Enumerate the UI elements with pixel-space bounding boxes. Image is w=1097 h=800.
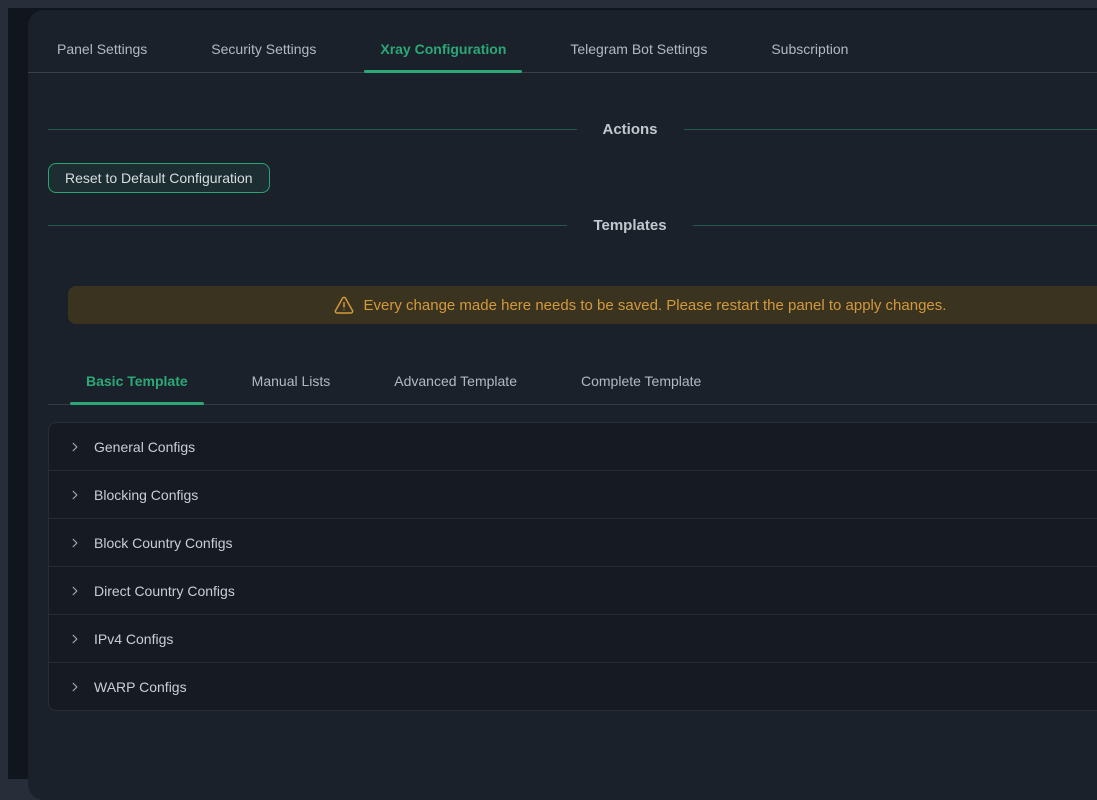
template-tab-basic-template[interactable]: Basic Template — [70, 373, 204, 404]
chevron-right-icon — [69, 681, 81, 693]
chevron-right-icon — [69, 537, 81, 549]
actions-divider: Actions — [48, 118, 1097, 140]
chevron-right-icon — [69, 633, 81, 645]
templates-divider-label: Templates — [593, 217, 666, 234]
templates-divider: Templates — [48, 214, 1097, 236]
chevron-right-icon — [69, 585, 81, 597]
collapse-row-blocking-configs[interactable]: Blocking Configs — [49, 470, 1097, 518]
tab-subscription[interactable]: Subscription — [755, 41, 864, 72]
collapse-row-direct-country-configs[interactable]: Direct Country Configs — [49, 566, 1097, 614]
collapse-row-label: Block Country Configs — [94, 535, 233, 551]
template-tab-advanced-template[interactable]: Advanced Template — [378, 373, 533, 404]
content-backdrop: Panel Settings Security Settings Xray Conf… — [8, 8, 1097, 779]
collapse-row-general-configs[interactable]: General Configs — [49, 423, 1097, 470]
divider-line — [48, 225, 567, 226]
actions-divider-label: Actions — [603, 121, 658, 138]
collapse-row-label: IPv4 Configs — [94, 631, 173, 647]
collapse-row-label: WARP Configs — [94, 679, 187, 695]
collapse-row-label: Blocking Configs — [94, 487, 198, 503]
template-tab-bar: Basic Template Manual Lists Advanced Templ… — [48, 347, 1097, 405]
collapse-row-block-country-configs[interactable]: Block Country Configs — [49, 518, 1097, 566]
divider-line — [48, 129, 577, 130]
collapse-row-warp-configs[interactable]: WARP Configs — [49, 662, 1097, 710]
tab-xray-configuration[interactable]: Xray Configuration — [364, 41, 522, 72]
collapse-row-label: Direct Country Configs — [94, 583, 235, 599]
warning-banner-text: Every change made here needs to be saved… — [364, 297, 947, 314]
settings-card: Panel Settings Security Settings Xray Conf… — [28, 10, 1097, 800]
template-tab-manual-lists[interactable]: Manual Lists — [236, 373, 347, 404]
config-collapse: General Configs Blocking Configs Block Cou… — [48, 422, 1097, 711]
tab-panel-settings[interactable]: Panel Settings — [41, 41, 163, 72]
warning-triangle-icon — [334, 295, 354, 315]
collapse-row-label: General Configs — [94, 439, 195, 455]
xray-configuration-panel: Actions Reset to Default Configuration T… — [28, 118, 1097, 711]
divider-line — [693, 225, 1097, 226]
tab-security-settings[interactable]: Security Settings — [195, 41, 332, 72]
main-tab-bar: Panel Settings Security Settings Xray Conf… — [28, 10, 1097, 73]
collapse-row-ipv4-configs[interactable]: IPv4 Configs — [49, 614, 1097, 662]
reset-to-default-button[interactable]: Reset to Default Configuration — [48, 163, 270, 193]
chevron-right-icon — [69, 489, 81, 501]
chevron-right-icon — [69, 441, 81, 453]
template-tab-complete-template[interactable]: Complete Template — [565, 373, 717, 404]
warning-banner: Every change made here needs to be saved… — [68, 286, 1097, 324]
tab-telegram-bot-settings[interactable]: Telegram Bot Settings — [554, 41, 723, 72]
divider-line — [684, 129, 1097, 130]
